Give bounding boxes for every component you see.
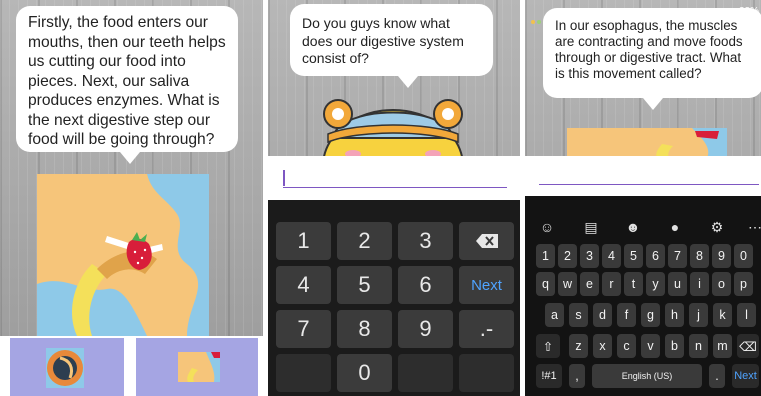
question-bubble: Firstly, the food enters our mouths, the… <box>16 6 238 164</box>
key-t[interactable]: t <box>624 272 643 296</box>
key-l[interactable]: l <box>737 303 756 327</box>
esophagus-illustration <box>567 128 727 158</box>
key-e[interactable]: e <box>580 272 599 296</box>
key-o[interactable]: o <box>712 272 731 296</box>
key-3[interactable]: 3 <box>398 222 453 260</box>
microphone-icon[interactable]: ● <box>665 219 685 235</box>
symbol-key[interactable]: .- <box>459 310 514 348</box>
key-2[interactable]: 2 <box>558 244 577 268</box>
empty-key <box>459 354 514 392</box>
next-key[interactable]: Next <box>459 266 514 304</box>
quiz-panel-mouth: Firstly, the food enters our mouths, the… <box>0 0 263 396</box>
answer-choice-esophagus[interactable] <box>136 338 258 396</box>
key-0[interactable]: 0 <box>734 244 753 268</box>
backspace-key[interactable] <box>459 222 514 260</box>
key-a[interactable]: a <box>545 303 564 327</box>
key-v[interactable]: v <box>641 334 660 358</box>
backspace-icon: ⌫ <box>739 339 757 354</box>
key-w[interactable]: w <box>558 272 577 296</box>
answer-choice-stomach[interactable] <box>10 338 124 396</box>
question-text: In our esophagus, the muscles are contra… <box>555 18 743 81</box>
key-8[interactable]: 8 <box>337 310 392 348</box>
key-7[interactable]: 7 <box>668 244 687 268</box>
emoji-icon[interactable]: ☻ <box>623 219 643 235</box>
key-h[interactable]: h <box>665 303 684 327</box>
answer-input[interactable] <box>283 187 507 188</box>
key-d[interactable]: d <box>593 303 612 327</box>
mouth-eating-strawberry-image <box>37 174 209 336</box>
symbols-key[interactable]: !#1 <box>536 364 562 388</box>
key-m[interactable]: m <box>713 334 732 358</box>
sticker-icon[interactable]: ☺ <box>537 219 557 235</box>
key-r[interactable]: r <box>602 272 621 296</box>
key-7[interactable]: 7 <box>276 310 331 348</box>
mascot-character-image <box>322 99 464 160</box>
key-5[interactable]: 5 <box>624 244 643 268</box>
text-cursor <box>283 170 285 186</box>
answer-input-area <box>268 156 520 200</box>
backspace-icon <box>475 234 498 248</box>
key-b[interactable]: b <box>665 334 684 358</box>
answer-input-area <box>525 156 761 196</box>
key-4[interactable]: 4 <box>602 244 621 268</box>
question-bubble: Do you guys know what does our digestive… <box>290 4 493 88</box>
key-j[interactable]: j <box>689 303 708 327</box>
comma-key[interactable]: , <box>569 364 585 388</box>
answer-input[interactable] <box>539 184 759 185</box>
key-k[interactable]: k <box>713 303 732 327</box>
key-y[interactable]: y <box>646 272 665 296</box>
key-q[interactable]: q <box>536 272 555 296</box>
key-5[interactable]: 5 <box>337 266 392 304</box>
key-u[interactable]: u <box>668 272 687 296</box>
period-key[interactable]: . <box>709 364 725 388</box>
key-4[interactable]: 4 <box>276 266 331 304</box>
clipboard-icon[interactable]: ▤ <box>581 219 601 236</box>
empty-key <box>398 354 453 392</box>
key-c[interactable]: c <box>617 334 636 358</box>
key-p[interactable]: p <box>734 272 753 296</box>
key-z[interactable]: z <box>569 334 588 358</box>
key-1[interactable]: 1 <box>276 222 331 260</box>
question-text: Do you guys know what does our digestive… <box>302 15 464 66</box>
key-9[interactable]: 9 <box>712 244 731 268</box>
key-6[interactable]: 6 <box>646 244 665 268</box>
key-1[interactable]: 1 <box>536 244 555 268</box>
key-f[interactable]: f <box>617 303 636 327</box>
question-text: Firstly, the food enters our mouths, the… <box>28 14 226 148</box>
space-key[interactable]: English (US) <box>592 364 702 388</box>
stomach-thumbnail-image <box>46 348 84 388</box>
key-g[interactable]: g <box>641 303 660 327</box>
quiz-panel-digestive-system: Do you guys know what does our digestive… <box>268 0 520 396</box>
key-0[interactable]: 0 <box>337 354 392 392</box>
key-i[interactable]: i <box>690 272 709 296</box>
gear-icon[interactable]: ⚙ <box>707 219 727 236</box>
key-6[interactable]: 6 <box>398 266 453 304</box>
key-8[interactable]: 8 <box>690 244 709 268</box>
key-x[interactable]: x <box>593 334 612 358</box>
key-s[interactable]: s <box>569 303 588 327</box>
next-key[interactable]: Next <box>732 364 759 388</box>
key-n[interactable]: n <box>689 334 708 358</box>
shift-icon: ⇧ <box>542 339 554 354</box>
key-2[interactable]: 2 <box>337 222 392 260</box>
empty-key <box>276 354 331 392</box>
key-9[interactable]: 9 <box>398 310 453 348</box>
shift-key[interactable]: ⇧ <box>536 334 560 358</box>
key-3[interactable]: 3 <box>580 244 599 268</box>
question-bubble: In our esophagus, the muscles are contra… <box>543 8 761 110</box>
backspace-key[interactable]: ⌫ <box>737 334 759 358</box>
mouth-illustration <box>37 174 209 336</box>
esophagus-thumbnail-image <box>178 352 220 382</box>
quiz-panel-esophagus: 33% ⋮ In our esophagus, the muscles are … <box>525 0 761 396</box>
more-options-icon[interactable]: ⋯ <box>745 219 761 236</box>
